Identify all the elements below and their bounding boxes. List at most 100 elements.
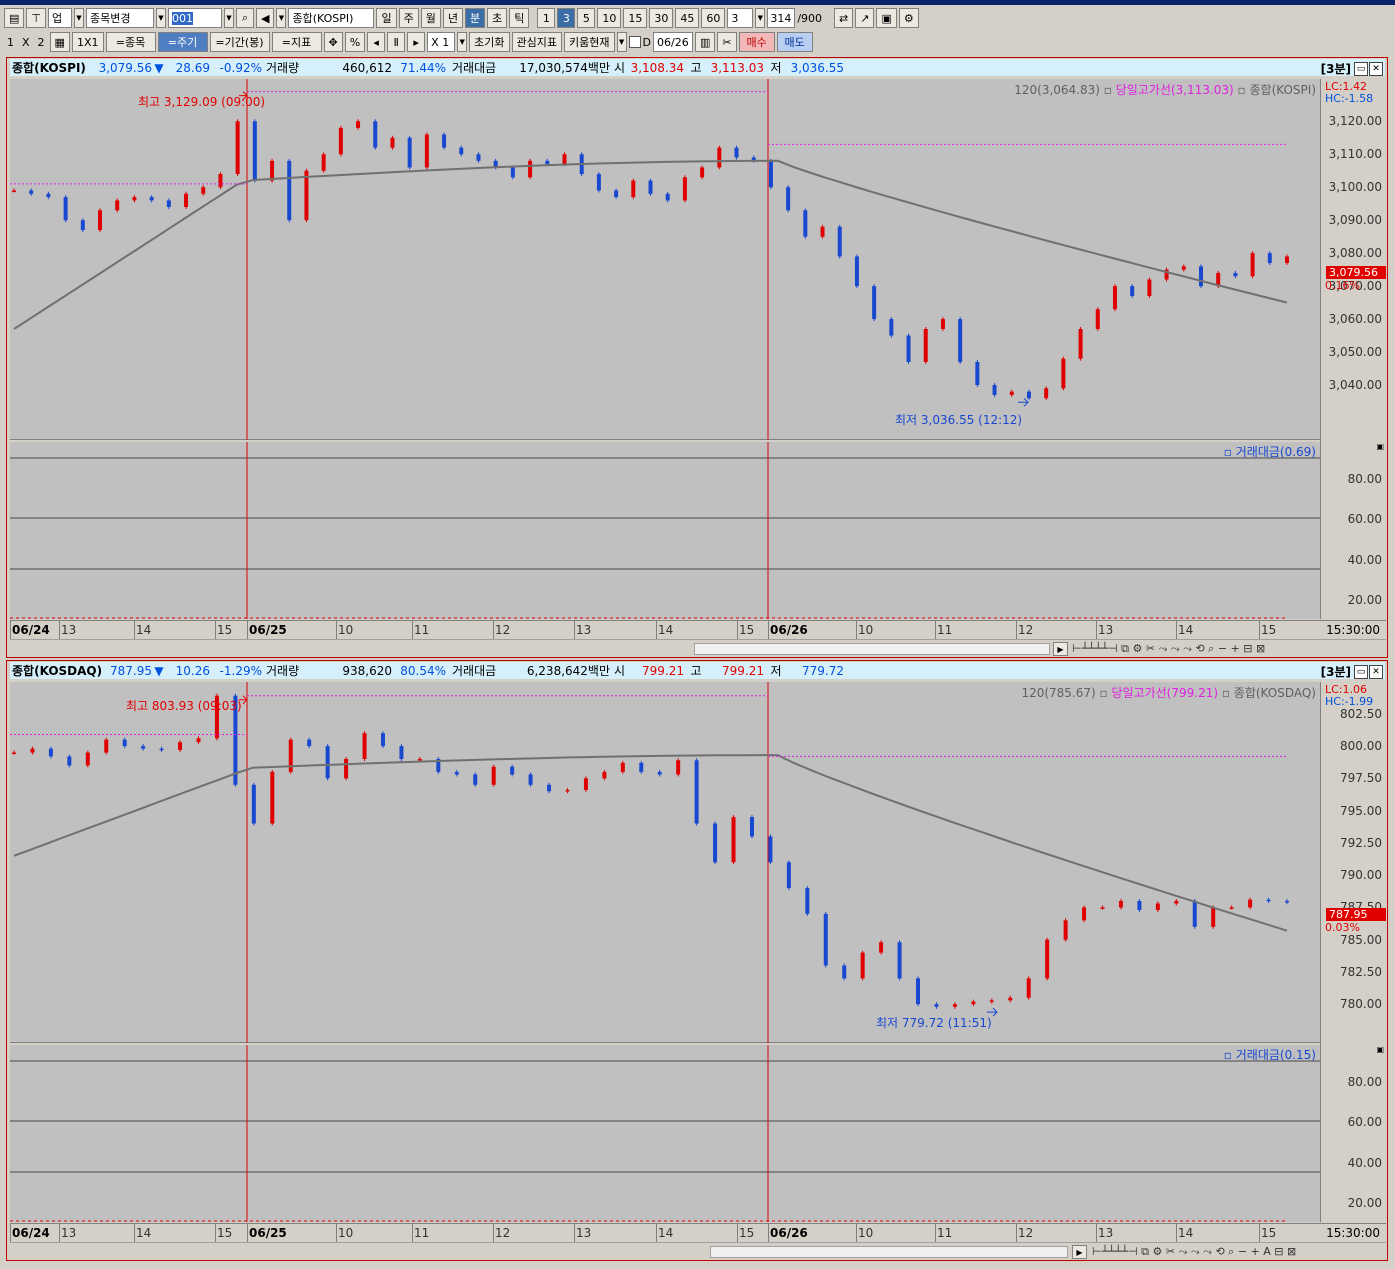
minute-15[interactable]: 15	[623, 8, 648, 28]
reset-button[interactable]: 초기화	[469, 32, 510, 52]
candle-body	[1211, 907, 1216, 927]
price-chart[interactable]: 120(3,064.83) ▫ 당일고가선(3,113.03) ▫ 종합(KOS…	[10, 79, 1320, 440]
pin-icon[interactable]: ⊤	[26, 8, 46, 28]
minute-3[interactable]: 3	[557, 8, 576, 28]
restore-icon[interactable]: ▭	[1354, 61, 1368, 76]
candle-body	[235, 121, 240, 175]
kiwoom-current-button[interactable]: 키움현재	[564, 32, 615, 52]
date-input[interactable]: 06/26	[653, 32, 693, 52]
chevron-down-icon[interactable]: ▼	[616, 32, 627, 52]
interval-count-input[interactable]: 3	[727, 8, 754, 28]
indicator-button[interactable]: =지표	[271, 32, 322, 52]
chart-tools[interactable]: ⊢┴┴┴┴⊣ ⧉ ⚙ ✂ ⤳ ⤳ ⤳ ⟲ ⌕ − + ⊟ ⊠	[1072, 642, 1265, 656]
candle-body	[713, 823, 718, 863]
layout-x[interactable]: X	[19, 36, 33, 49]
scroll-right-icon[interactable]: ▶	[1072, 1245, 1087, 1259]
restore-icon[interactable]: ▭	[1354, 664, 1368, 679]
scroll-thumb[interactable]	[710, 1246, 1068, 1258]
collapse-icon[interactable]: ▣	[1376, 442, 1384, 451]
layout-1x1-button[interactable]: 1X1	[71, 32, 104, 52]
candle-body	[1192, 900, 1197, 927]
market-select[interactable]: 업	[48, 8, 72, 28]
chevron-down-icon[interactable]: ▼	[457, 32, 468, 52]
sub-tick-label: 80.00	[1347, 1075, 1382, 1089]
sell-button[interactable]: 매도	[776, 32, 813, 52]
search-icon[interactable]: ⌕	[236, 8, 254, 28]
scroll-thumb[interactable]	[694, 643, 1050, 655]
x-tick-label: 12	[1018, 623, 1034, 637]
minute-5[interactable]: 5	[577, 8, 596, 28]
price-chart[interactable]: 120(785.67) ▫ 당일고가선(799.21) ▫ 종합(KOSDAQ)…	[10, 682, 1320, 1043]
gear-icon[interactable]: ⚙	[898, 8, 919, 28]
volume-pct: 71.44%	[400, 60, 446, 75]
close-icon[interactable]: ✕	[1369, 61, 1383, 76]
scrollbar[interactable]: ▶ ⊢┴┴┴┴⊣ ⧉ ⚙ ✂ ⤳ ⤳ ⤳ ⟲ ⌕ − + ⊟ ⊠	[10, 639, 1386, 657]
next-icon[interactable]: ▸	[407, 32, 426, 52]
code-input[interactable]: 001	[168, 8, 222, 28]
candle-body	[823, 913, 828, 966]
watch-indicator-button[interactable]: 관심지표	[511, 32, 563, 52]
candle-body	[934, 1004, 939, 1007]
grid-icon[interactable]: ▦	[49, 32, 70, 52]
scroll-right-icon[interactable]: ▶	[1053, 642, 1068, 656]
percent-button[interactable]: %	[344, 32, 366, 52]
compare-icon[interactable]: ⇄	[834, 8, 854, 28]
speaker-icon[interactable]: ◀	[256, 8, 275, 28]
minute-45[interactable]: 45	[675, 8, 700, 28]
x-tick	[1096, 1224, 1097, 1242]
crosshair-icon[interactable]: ✥	[323, 32, 343, 52]
chevron-down-icon[interactable]: ▼	[74, 8, 84, 28]
amount-subchart[interactable]: ▫ 거래대금(0.69)	[10, 442, 1320, 619]
period-month[interactable]: 월	[420, 8, 441, 28]
period-second[interactable]: 초	[487, 8, 508, 28]
stock-button[interactable]: =종목	[105, 32, 156, 52]
candle-body	[820, 226, 825, 237]
chevron-down-icon[interactable]: ▼	[156, 8, 166, 28]
chart-menu-icon[interactable]: ▤	[4, 8, 25, 28]
multiplier-select[interactable]: X 1	[427, 32, 456, 52]
save-icon[interactable]: ▣	[876, 8, 897, 28]
collapse-icon[interactable]: ▣	[1376, 1045, 1384, 1054]
minute-10[interactable]: 10	[597, 8, 622, 28]
minute-30[interactable]: 30	[649, 8, 674, 28]
x-tick-label: 14	[1178, 1226, 1194, 1240]
close-icon[interactable]: ✕	[1369, 664, 1383, 679]
period-day[interactable]: 일	[376, 8, 397, 28]
period-tick[interactable]: 틱	[509, 8, 530, 28]
candle-body	[700, 167, 705, 178]
candle-body	[252, 121, 257, 181]
range-button[interactable]: =기간(봉)	[209, 32, 270, 52]
candle-body	[971, 1001, 976, 1005]
period-button[interactable]: =주기	[157, 32, 208, 52]
candle-body	[141, 746, 146, 749]
layout-1[interactable]: 1	[4, 36, 17, 49]
x-tick-label: 14	[658, 1226, 674, 1240]
prev-icon[interactable]: ◂	[367, 32, 386, 52]
chevron-down-icon[interactable]: ▼	[276, 8, 287, 28]
minute-1[interactable]: 1	[537, 8, 556, 28]
date-checkbox[interactable]	[628, 36, 641, 48]
layout-2[interactable]: 2	[35, 36, 48, 49]
candle-body	[676, 760, 681, 775]
period-week[interactable]: 주	[398, 8, 419, 28]
sub-legend: ▫ 거래대금(0.15)	[1223, 1048, 1316, 1062]
highline-legend: 당일고가선(3,113.03)	[1115, 83, 1234, 97]
calendar-icon[interactable]: ▥	[695, 32, 716, 52]
chevron-down-icon[interactable]: ▼	[755, 8, 766, 28]
minute-60[interactable]: 60	[701, 8, 726, 28]
chevron-down-icon[interactable]: ▼	[224, 8, 234, 28]
chart-tools[interactable]: ⊢┴┴┴┴⊣ ⧉ ⚙ ✂ ⤳ ⤳ ⤳ ⟲ ⌕ − + A ⊟ ⊠	[1092, 1245, 1296, 1259]
stock-change-select[interactable]: 종목변경	[86, 8, 154, 28]
period-minute[interactable]: 분	[464, 8, 486, 28]
candle-body	[1233, 272, 1238, 277]
period-year[interactable]: 년	[442, 8, 463, 28]
x-tick	[1176, 1224, 1177, 1242]
buy-button[interactable]: 매수	[738, 32, 775, 52]
amount-subchart[interactable]: ▫ 거래대금(0.15)	[10, 1045, 1320, 1222]
scissors-icon[interactable]: ✂	[717, 32, 737, 52]
pause-icon[interactable]: Ⅱ	[387, 32, 406, 52]
scrollbar[interactable]: ▶ ⊢┴┴┴┴⊣ ⧉ ⚙ ✂ ⤳ ⤳ ⤳ ⟲ ⌕ − + A ⊟ ⊠	[10, 1242, 1386, 1260]
trend-icon[interactable]: ↗	[855, 8, 875, 28]
candle-body	[1250, 253, 1255, 277]
bar-count-input[interactable]: 314	[767, 8, 796, 28]
